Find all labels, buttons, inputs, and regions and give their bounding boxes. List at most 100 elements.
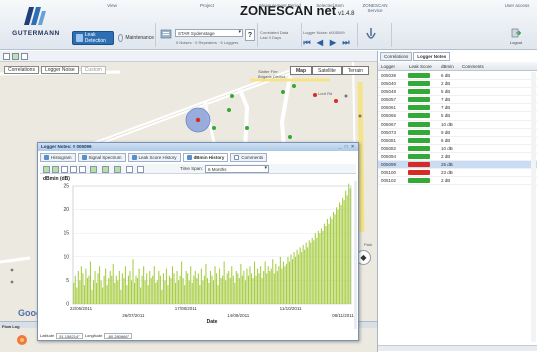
measurement-section-label: Measurement Period	[259, 3, 301, 8]
table-row[interactable]: 005099 25 dB	[378, 161, 537, 170]
data-bar	[267, 266, 269, 304]
last-logger-button[interactable]: ⏭	[341, 38, 351, 47]
tab-logger-noise[interactable]: Logger Noise	[40, 66, 79, 74]
table-row[interactable]: 005067 10 dB	[378, 121, 537, 129]
chart-tool-7[interactable]	[102, 166, 109, 173]
settings-button[interactable]	[21, 53, 28, 60]
data-bar	[209, 270, 212, 304]
leak-detection-button[interactable]: Leak Detection	[72, 31, 114, 45]
chart-scrollbar[interactable]	[354, 181, 357, 329]
help-button[interactable]: ?	[245, 29, 255, 41]
data-bar	[133, 282, 136, 304]
view-section-label: View	[107, 3, 117, 8]
table-row[interactable]: 005065 5 dB	[378, 112, 537, 121]
logout-button[interactable]: Logout	[505, 28, 527, 45]
tab-comments[interactable]: Comments	[230, 153, 268, 162]
place-label-lord-rd: Lord Rd	[318, 91, 333, 96]
table-row[interactable]: 005073 9 dB	[378, 129, 537, 137]
dialog-window-buttons[interactable]: _ □ ×	[339, 144, 356, 150]
table-row[interactable]: 005082 10 dB	[378, 145, 537, 153]
project-icon	[160, 29, 172, 39]
table-row[interactable]: 005081 6 dB	[378, 137, 537, 145]
chart-tool-9[interactable]	[126, 166, 133, 173]
data-bar	[220, 278, 222, 304]
panel-tab-correlations[interactable]: Correlations	[380, 52, 413, 61]
leak-score-bar	[408, 97, 430, 103]
column-logger[interactable]: Logger	[381, 64, 395, 69]
tab-leak-score-history[interactable]: Leak Score History	[127, 153, 181, 162]
panel-tabs: Correlations Logger Notes	[380, 52, 451, 61]
table-row[interactable]: 005048 5 dB	[378, 88, 537, 97]
data-bar	[261, 278, 263, 304]
data-bar	[214, 266, 216, 304]
column-leak-score[interactable]: Leak Score	[409, 64, 432, 69]
table-row[interactable]: 005094 2 dB	[378, 153, 537, 162]
tab-custom[interactable]: Custom	[80, 66, 106, 74]
chart-tool-10[interactable]	[137, 166, 144, 173]
dbmin-value: 7 dB	[441, 105, 451, 111]
tab-correlations[interactable]: Correlations	[4, 66, 39, 74]
chart-tool-8[interactable]	[114, 166, 121, 173]
data-bar	[77, 270, 79, 304]
panel-scrollbar[interactable]	[531, 72, 536, 342]
data-bar	[349, 188, 351, 304]
panel-tab-logger-notes[interactable]: Logger Notes	[413, 52, 451, 61]
tab-histogram[interactable]: Histogram	[40, 153, 76, 162]
chart-tool-5[interactable]	[79, 166, 86, 173]
map-type-terrain[interactable]: Terrain	[341, 66, 370, 75]
leak-score-bar	[408, 178, 430, 184]
data-bar	[76, 287, 78, 304]
chart-tool-1[interactable]	[43, 166, 50, 173]
leak-score-bar	[408, 81, 430, 87]
data-bar	[263, 270, 265, 304]
table-row[interactable]: 005102 2 dB	[378, 177, 537, 186]
map-toolbar	[0, 51, 377, 62]
table-row[interactable]: 005100 23 dB	[378, 169, 537, 178]
next-logger-button[interactable]: ▶	[328, 38, 338, 47]
logger-id: 005048	[381, 89, 397, 95]
company-logo: GUTERMANN	[4, 6, 68, 46]
tab-dbmin-history[interactable]: dBmin History	[182, 153, 229, 162]
first-logger-button[interactable]: ⏮	[302, 38, 312, 47]
project-select[interactable]: STAR Sydenstage	[175, 29, 243, 37]
data-bar	[153, 266, 155, 304]
chart-tool-4[interactable]	[70, 166, 77, 173]
data-bar	[88, 275, 90, 304]
data-bar	[191, 282, 193, 304]
map-type-satellite[interactable]: Satellite	[312, 66, 342, 75]
x-tick-label: 11/10/2011	[280, 306, 302, 311]
data-bar	[241, 275, 243, 304]
latitude-field[interactable]: 51.158214°	[56, 333, 83, 339]
chart-tool-2[interactable]	[52, 166, 59, 173]
data-bar	[308, 240, 310, 304]
add-logger-button[interactable]	[12, 53, 19, 60]
column-comments[interactable]: Comments	[462, 64, 484, 69]
data-bar	[130, 280, 133, 304]
maintenance-button[interactable]: Maintenance	[118, 31, 154, 45]
data-bar	[124, 266, 126, 304]
tab-signal-spectrum[interactable]: Signal Spectrum	[77, 153, 126, 162]
data-bar	[79, 280, 81, 304]
dialog-title-bar[interactable]: Logger Notes: # 005099 _ □ ×	[38, 143, 358, 151]
previous-logger-button[interactable]: ◀	[315, 38, 325, 47]
leak-score-bar	[408, 73, 430, 78]
grid-view-button[interactable]	[3, 53, 10, 60]
table-row[interactable]: 005061 7 dB	[378, 104, 537, 113]
zonescan-service-icon[interactable]	[364, 27, 378, 43]
data-bar	[165, 268, 167, 304]
table-row[interactable]: 005040 2 dB	[378, 80, 537, 89]
data-bar	[249, 266, 251, 304]
tab-leak-score-history-label: Leak Score History	[138, 154, 177, 160]
logger-id: 005057	[381, 97, 397, 103]
chart-tool-6[interactable]	[90, 166, 97, 173]
data-bar	[181, 261, 183, 304]
chart-tool-3[interactable]	[61, 166, 68, 173]
time-span-select[interactable]: 6 Months	[205, 165, 269, 173]
data-bar	[240, 263, 242, 304]
longitude-field[interactable]: -80.280666°	[104, 333, 133, 339]
column-dbmin[interactable]: dBmin	[441, 64, 454, 69]
data-bar	[89, 261, 92, 304]
table-row[interactable]: 005039 6 dB	[378, 72, 537, 81]
table-row[interactable]: 005057 7 dB	[378, 96, 537, 105]
map-type-map[interactable]: Map	[290, 66, 312, 75]
